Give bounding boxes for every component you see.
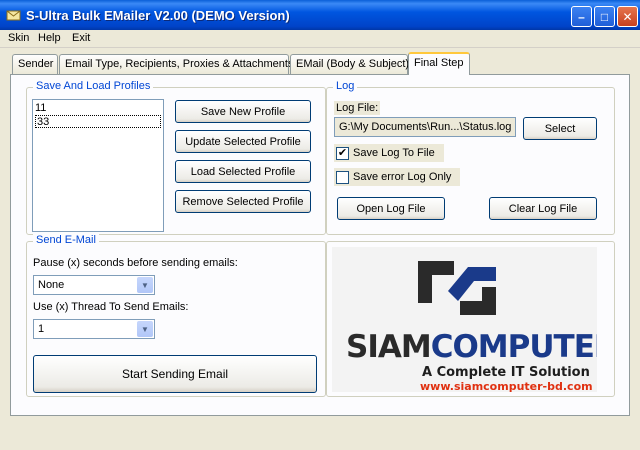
tab-panel: Save And Load Profiles 11 33 Save New Pr… [10, 74, 630, 416]
update-profile-button[interactable]: Update Selected Profile [175, 130, 311, 153]
save-error-checkbox[interactable] [336, 170, 349, 184]
save-new-profile-button[interactable]: Save New Profile [175, 100, 311, 123]
save-error-checkbox-row[interactable]: Save error Log Only [334, 168, 460, 186]
close-button[interactable]: ✕ [617, 6, 638, 27]
logo-mark-icon [412, 253, 502, 323]
chevron-down-icon[interactable]: ▼ [137, 277, 153, 293]
menu-skin[interactable]: Skin [8, 32, 29, 44]
log-file-label: Log File: [334, 101, 381, 115]
logo-name-part1: SIAM [346, 329, 432, 365]
log-file-path: G:\My Documents\Run...\Status.log [334, 117, 516, 137]
logo-group: SIAMCOMPUTER A Complete IT Solution www.… [326, 241, 615, 397]
select-log-file-button[interactable]: Select [523, 117, 597, 140]
siam-computer-logo: SIAMCOMPUTER A Complete IT Solution www.… [332, 247, 597, 392]
save-log-label: Save Log To File [353, 147, 435, 159]
pause-label: Pause (x) seconds before sending emails: [33, 257, 238, 269]
thread-value: 1 [38, 323, 45, 335]
thread-select[interactable]: 1 ▼ [33, 319, 155, 339]
send-group: Send E-Mail Pause (x) seconds before sen… [26, 234, 326, 397]
list-item[interactable]: 33 [35, 115, 161, 128]
pause-value: None [38, 279, 65, 291]
open-log-button[interactable]: Open Log File [337, 197, 445, 220]
logo-tagline: A Complete IT Solution [422, 365, 590, 380]
list-item[interactable]: 11 [35, 102, 46, 115]
profiles-group: Save And Load Profiles 11 33 Save New Pr… [26, 80, 326, 235]
pause-select[interactable]: None ▼ [33, 275, 155, 295]
start-sending-button[interactable]: Start Sending Email [33, 355, 317, 393]
menu-bar: Skin Help Exit [0, 30, 640, 48]
tab-email-body[interactable]: EMail (Body & Subject) [290, 54, 409, 74]
load-profile-button[interactable]: Load Selected Profile [175, 160, 311, 183]
menu-exit[interactable]: Exit [72, 32, 90, 44]
thread-label: Use (x) Thread To Send Emails: [33, 301, 189, 313]
menu-help[interactable]: Help [38, 32, 61, 44]
save-log-checkbox-row[interactable]: ✔ Save Log To File [334, 144, 444, 162]
remove-profile-button[interactable]: Remove Selected Profile [175, 190, 311, 213]
chevron-down-icon[interactable]: ▼ [137, 321, 153, 337]
profiles-group-title: Save And Load Profiles [33, 80, 154, 92]
profiles-list[interactable]: 11 33 [32, 99, 164, 232]
logo-name-part2: COMPUTER [430, 329, 597, 365]
clear-log-button[interactable]: Clear Log File [489, 197, 597, 220]
tab-email-type[interactable]: Email Type, Recipients, Proxies & Attach… [59, 54, 293, 74]
tab-sender[interactable]: Sender [12, 54, 58, 74]
app-icon [6, 10, 21, 21]
save-error-label: Save error Log Only [353, 171, 452, 183]
send-group-title: Send E-Mail [33, 234, 99, 246]
save-log-checkbox[interactable]: ✔ [336, 146, 349, 160]
minimize-button[interactable]: – [571, 6, 592, 27]
maximize-button[interactable]: □ [594, 6, 615, 27]
logo-url: www.siamcomputer-bd.com [420, 380, 593, 392]
tab-final-step[interactable]: Final Step [408, 52, 470, 75]
title-bar[interactable]: S-Ultra Bulk EMailer V2.00 (DEMO Version… [0, 0, 640, 30]
window-title: S-Ultra Bulk EMailer V2.00 (DEMO Version… [26, 8, 290, 23]
log-group-title: Log [333, 80, 358, 92]
log-group: Log Log File: G:\My Documents\Run...\Sta… [326, 80, 615, 235]
